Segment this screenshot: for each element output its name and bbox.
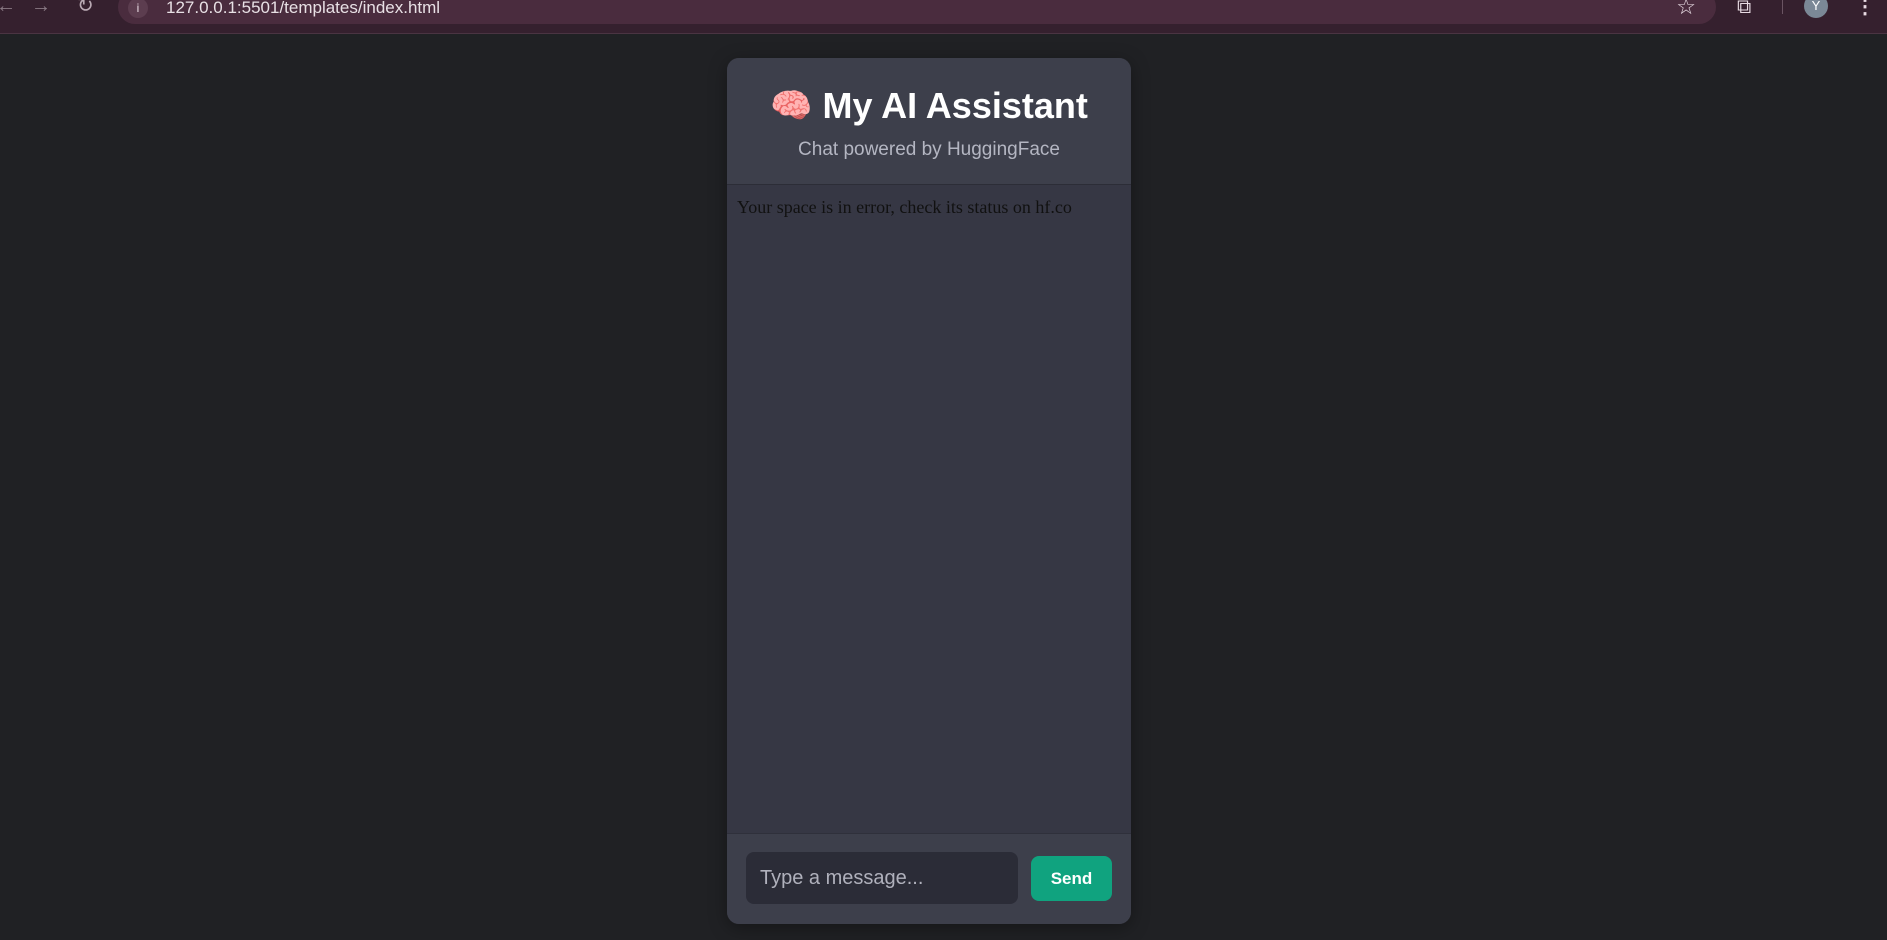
bookmark-star-icon[interactable]: ☆	[1676, 0, 1696, 18]
forward-arrow-icon[interactable]: →	[31, 0, 51, 16]
message-input[interactable]	[746, 852, 1018, 904]
profile-avatar[interactable]: Y	[1804, 0, 1828, 18]
url-text[interactable]: 127.0.0.1:5501/templates/index.html	[166, 0, 440, 18]
app-title: My AI Assistant	[822, 85, 1088, 126]
reload-icon[interactable]: ↻	[77, 0, 94, 16]
extensions-puzzle-icon[interactable]: ⧉	[1737, 0, 1751, 19]
address-bar[interactable]: i 127.0.0.1:5501/templates/index.html ☆	[118, 0, 1716, 24]
chat-composer: Send	[727, 833, 1131, 924]
back-arrow-icon[interactable]: ←	[0, 0, 16, 16]
site-info-icon[interactable]: i	[128, 0, 148, 18]
chat-messages-area[interactable]: Your space is in error, check its status…	[727, 185, 1131, 833]
chat-container: 🧠 My AI Assistant Chat powered by Hugging…	[727, 58, 1131, 924]
brain-icon: 🧠	[770, 87, 813, 125]
chat-header: 🧠 My AI Assistant Chat powered by Hugging…	[727, 58, 1131, 185]
toolbar-divider	[1782, 0, 1783, 14]
title-row: 🧠 My AI Assistant	[727, 86, 1131, 126]
app-subtitle: Chat powered by HuggingFace	[798, 139, 1060, 160]
send-button[interactable]: Send	[1031, 856, 1112, 901]
browser-toolbar: ← → ↻ i 127.0.0.1:5501/templates/index.h…	[0, 0, 1887, 34]
browser-menu-icon[interactable]: ⋮	[1855, 0, 1875, 19]
error-message: Your space is in error, check its status…	[737, 197, 1072, 217]
